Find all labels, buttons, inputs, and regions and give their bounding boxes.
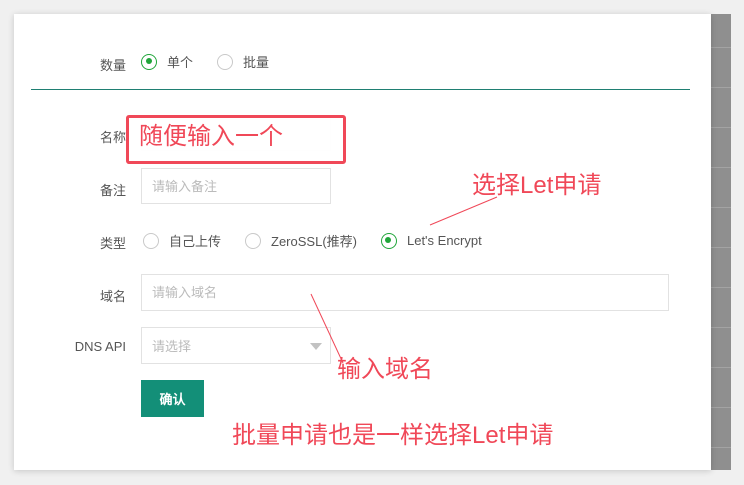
type-pointer-line	[429, 196, 498, 226]
certificate-apply-dialog: 数量 单个 批量 名称 随便输入一个 备注 类型 自己上传 ZeroSSL(推荐…	[14, 14, 711, 470]
domain-pointer-line	[310, 293, 344, 364]
background-page-strip	[711, 14, 731, 470]
annotation-pointer-lines	[310, 196, 498, 364]
